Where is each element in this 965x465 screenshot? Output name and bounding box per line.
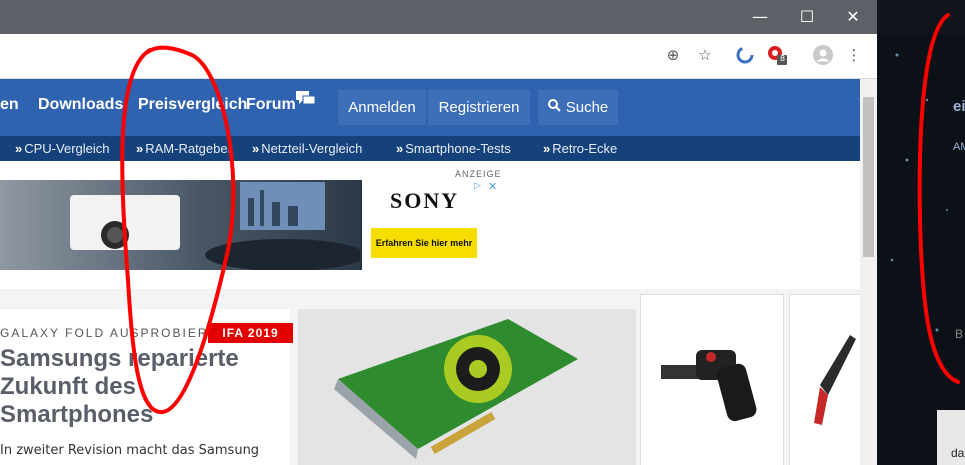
extension-badge-count: 8 [780, 54, 786, 63]
minimize-icon: — [752, 6, 768, 26]
article-headline[interactable]: Samsungs reparierte Zukunft des Smartpho… [0, 345, 285, 429]
profile-avatar-icon[interactable] [812, 44, 834, 66]
subnav-item-retro[interactable]: » Retro-Ecke [543, 141, 617, 156]
ad-close-icon[interactable]: ✕ [488, 180, 500, 193]
search-label: Suche [565, 99, 609, 116]
nav-item-preisvergleich[interactable]: Preisvergleich [138, 96, 247, 114]
page-viewport: en Downloads Preisvergleich Forum Anmeld… [0, 79, 860, 465]
login-button[interactable]: Anmelden [338, 90, 426, 125]
search-button[interactable]: Suche [538, 90, 618, 125]
sony-ad-banner[interactable]: SONY Erfahren Sie hier mehr ▷ ✕ [0, 180, 502, 270]
adjacent-text-1: ei [953, 98, 965, 115]
extension-record-icon[interactable]: 8 [766, 44, 788, 66]
maximize-icon: ☐ [799, 6, 815, 26]
close-window-button[interactable]: ✕ [831, 0, 875, 32]
adjacent-text-2: AM [953, 141, 965, 153]
maximize-button[interactable]: ☐ [785, 0, 829, 32]
extension-c-icon[interactable] [734, 44, 756, 66]
forum-chat-icon [296, 91, 316, 111]
nav-item-downloads[interactable]: Downloads [38, 96, 123, 114]
browser-toolbar: ⊕ ☆ 8 ⋮ [0, 34, 877, 79]
subnav-item-psu[interactable]: » Netzteil-Vergleich [252, 141, 362, 156]
adchoices-icon[interactable]: ▷ [474, 181, 486, 193]
article-kicker: GALAXY FOLD AUSPROBIERT [0, 326, 218, 340]
close-icon: ✕ [846, 6, 860, 26]
minimize-button[interactable]: — [738, 0, 782, 32]
ad-label: ANZEIGE [455, 169, 502, 179]
ad-image [0, 180, 365, 270]
main-nav: en Downloads Preisvergleich Forum Anmeld… [0, 79, 860, 136]
subnav-item-ram[interactable]: » RAM-Ratgeber [136, 141, 232, 156]
adjacent-window: ei AM B da [877, 0, 965, 465]
title-bar: — ☐ ✕ [0, 0, 877, 34]
nav-item-forum[interactable]: Forum [246, 96, 296, 114]
product-tile-drill[interactable] [640, 294, 784, 465]
login-label: Anmelden [348, 99, 416, 116]
ifa-badge: IFA 2019 [208, 323, 293, 343]
browser-menu-icon[interactable]: ⋮ [843, 44, 865, 66]
adjacent-text-3: B [955, 327, 964, 341]
browser-window: — ☐ ✕ ⊕ ☆ 8 ⋮ en Downloads Preisvergleic… [0, 0, 877, 465]
subnav-item-smartphone[interactable]: » Smartphone-Tests [396, 141, 511, 156]
page-scrollbar[interactable] [860, 79, 877, 465]
register-button[interactable]: Registrieren [428, 90, 530, 125]
search-icon [547, 99, 561, 116]
nav-item-partial[interactable]: en [0, 96, 19, 114]
adjacent-text-4: da [951, 446, 965, 460]
add-circle-icon[interactable]: ⊕ [662, 44, 684, 66]
scrollbar-thumb[interactable] [863, 97, 874, 257]
sony-logo: SONY [390, 188, 460, 213]
subnav-item-cpu[interactable]: » CPU-Vergleich [15, 141, 110, 156]
ad-cta-button[interactable]: Erfahren Sie hier mehr [371, 228, 477, 258]
article-teaser: In zweiter Revision macht das Samsung [0, 443, 260, 458]
sub-nav: » CPU-Vergleich » RAM-Ratgeber » Netzteil-V… [0, 136, 860, 161]
product-tile-knife[interactable] [789, 294, 860, 465]
article-card[interactable]: GALAXY FOLD AUSPROBIERT IFA 2019 Samsung… [0, 309, 293, 465]
address-bar[interactable] [0, 40, 726, 70]
bookmark-star-icon[interactable]: ☆ [694, 44, 716, 66]
ad-sony-panel: SONY Erfahren Sie hier mehr ▷ ✕ [362, 180, 502, 270]
register-label: Registrieren [438, 99, 520, 116]
gpu-image-tile[interactable] [298, 309, 636, 465]
